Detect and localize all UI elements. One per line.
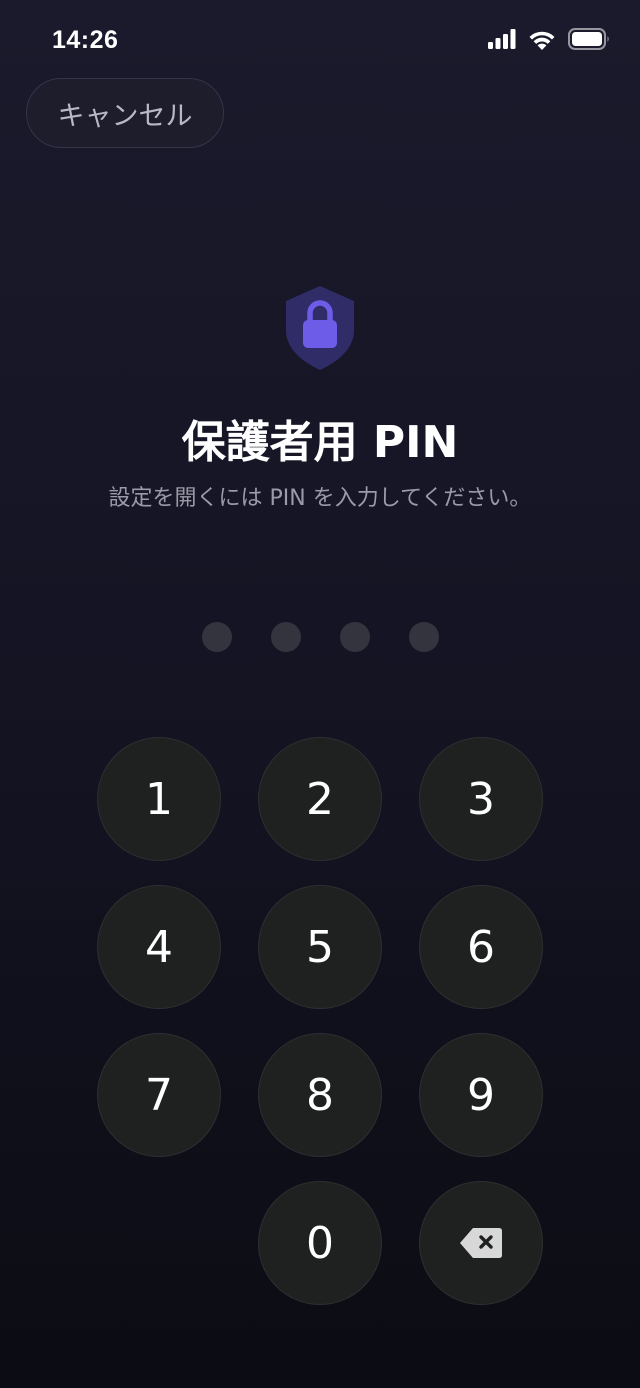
pin-indicator <box>0 622 640 652</box>
delete-button[interactable] <box>419 1181 543 1305</box>
key-0[interactable]: 0 <box>258 1181 382 1305</box>
backspace-icon <box>460 1228 502 1258</box>
key-3[interactable]: 3 <box>419 737 543 861</box>
cancel-button[interactable]: キャンセル <box>26 78 224 148</box>
key-5[interactable]: 5 <box>258 885 382 1009</box>
status-bar: 14:26 <box>0 0 640 80</box>
wifi-icon <box>529 31 555 50</box>
pin-dot <box>201 622 232 652</box>
shield-lock-icon <box>286 286 354 370</box>
key-8[interactable]: 8 <box>258 1033 382 1157</box>
page-title: 保護者用 PIN <box>181 417 459 468</box>
key-7[interactable]: 7 <box>97 1033 221 1157</box>
status-time: 14:26 <box>52 26 119 54</box>
battery-icon <box>568 28 609 50</box>
pin-dot <box>270 622 301 652</box>
cellular-signal-icon <box>488 29 516 49</box>
pin-dot <box>339 622 370 652</box>
key-2[interactable]: 2 <box>258 737 382 861</box>
key-6[interactable]: 6 <box>419 885 543 1009</box>
page-subtitle: 設定を開くには PIN を入力してください。 <box>108 486 532 511</box>
pin-dot <box>408 622 439 652</box>
key-1[interactable]: 1 <box>97 737 221 861</box>
key-9[interactable]: 9 <box>419 1033 543 1157</box>
key-4[interactable]: 4 <box>97 885 221 1009</box>
status-icons <box>488 28 610 50</box>
